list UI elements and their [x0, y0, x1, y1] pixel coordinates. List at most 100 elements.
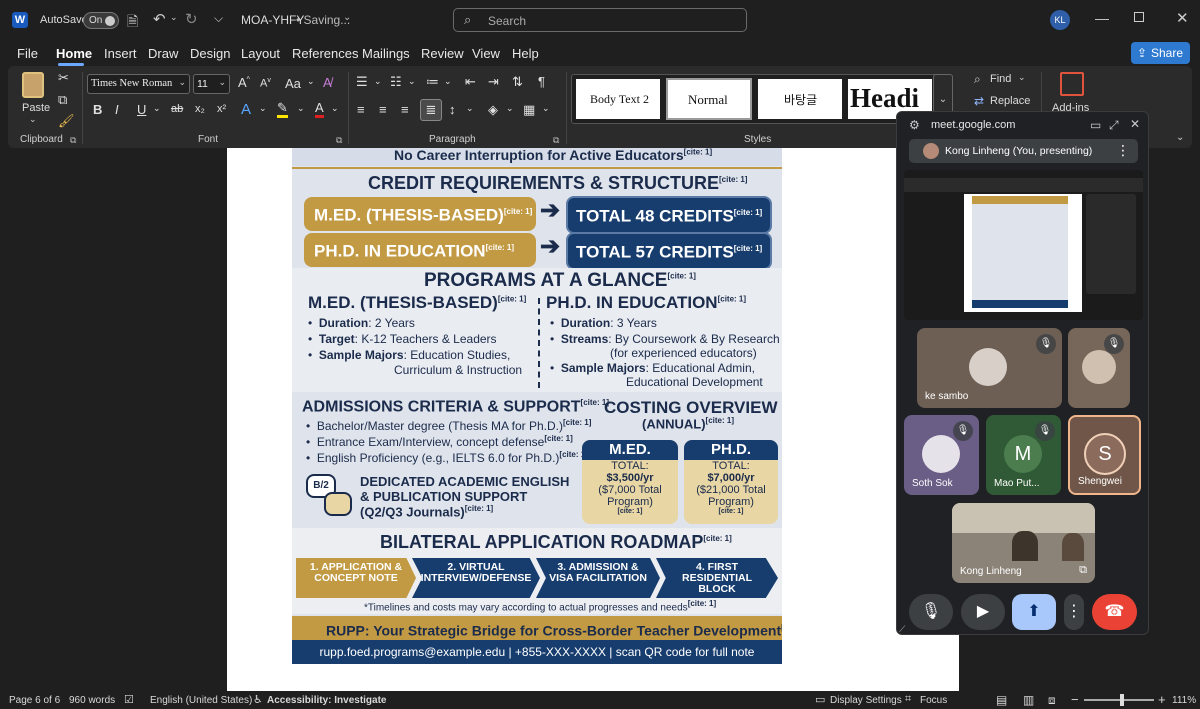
participant-tile[interactable]: 🎙 — [1068, 328, 1130, 408]
zoom-level[interactable]: 111% — [1172, 695, 1196, 706]
text-effects-icon[interactable]: A — [241, 101, 251, 118]
chevron-down-icon[interactable]: ⌄ — [259, 103, 267, 114]
menu-insert[interactable]: Insert — [104, 46, 137, 61]
mic-button[interactable]: 🎙 — [909, 594, 953, 630]
document-page[interactable]: No Career Interruption for Active Educat… — [227, 148, 959, 691]
menu-layout[interactable]: Layout — [241, 46, 280, 61]
close-icon[interactable]: ✕ — [1176, 9, 1189, 27]
crop-icon[interactable]: ⧉ — [1079, 564, 1087, 577]
grow-font-icon[interactable]: A^ — [238, 75, 250, 90]
replace-button[interactable]: ⇄ Replace — [974, 94, 1054, 112]
doc-title[interactable]: MOA-YHFY — [241, 13, 304, 27]
bold-button[interactable]: B — [93, 102, 102, 117]
font-launcher-icon[interactable]: ⧉ — [336, 135, 342, 146]
clipboard-launcher-icon[interactable]: ⧉ — [70, 135, 76, 146]
self-view-tile[interactable]: Kong Linheng ⧉ — [952, 503, 1095, 583]
zoom-slider[interactable] — [1084, 694, 1154, 706]
restore-icon[interactable] — [1134, 12, 1144, 22]
word-count[interactable]: 960 words — [69, 695, 115, 706]
menu-home[interactable]: Home — [56, 46, 92, 61]
chevron-down-icon[interactable]: ⌄ — [374, 76, 382, 87]
resize-handle-icon[interactable]: ⟋ — [899, 624, 905, 634]
align-left-icon[interactable]: ≡ — [357, 102, 365, 117]
accessibility-status[interactable]: Accessibility: Investigate — [267, 695, 387, 706]
borders-icon[interactable]: ▦ — [523, 102, 535, 118]
redo-icon[interactable]: ↻ — [185, 10, 198, 28]
shading-icon[interactable]: ◈ — [488, 102, 498, 118]
participant-tile[interactable]: M Mao Put... 🎙 — [986, 415, 1061, 495]
close-icon[interactable]: ✕ — [1130, 117, 1140, 131]
underline-button[interactable]: U — [137, 102, 146, 117]
chevron-down-icon[interactable]: ⌄ — [542, 103, 550, 114]
chevron-down-icon[interactable]: ⌄ — [506, 103, 514, 114]
italic-button[interactable]: I — [115, 102, 119, 117]
zoom-out-icon[interactable]: − — [1071, 692, 1079, 707]
menu-design[interactable]: Design — [190, 46, 230, 61]
menu-mailings[interactable]: Mailings — [362, 46, 410, 61]
find-button[interactable]: ⌕ Find ⌄ — [974, 72, 1054, 90]
presenter-bar[interactable]: Kong Linheng (You, presenting) ⋮ — [909, 139, 1138, 163]
undo-dropdown-icon[interactable]: ⌄ — [170, 12, 178, 23]
font-size-select[interactable]: 11 ⌄ — [193, 74, 230, 94]
present-button[interactable]: ⬆ — [1012, 594, 1056, 630]
align-right-icon[interactable]: ≡ — [401, 102, 409, 117]
font-color-icon[interactable]: A — [315, 101, 324, 118]
chevron-down-icon[interactable]: ⌄ — [466, 103, 474, 114]
paste-button[interactable]: Paste ⌄ — [18, 72, 50, 128]
menu-references[interactable]: References — [292, 46, 358, 61]
subscript-button[interactable]: x₂ — [195, 103, 205, 115]
share-button[interactable]: ⇪ Share — [1131, 42, 1190, 64]
line-spacing-icon[interactable]: ↕ — [449, 102, 456, 117]
zoom-in-icon[interactable]: + — [1158, 692, 1166, 707]
participant-tile[interactable]: ke sambo 🎙 — [917, 328, 1062, 408]
language[interactable]: English (United States) — [150, 695, 252, 706]
accessibility-icon[interactable]: ♿ — [253, 693, 263, 706]
chevron-down-icon[interactable]: ⌄ — [331, 103, 339, 114]
chevron-down-icon[interactable]: ⌄ — [444, 76, 452, 87]
align-center-icon[interactable]: ≡ — [379, 102, 387, 117]
ribbon-collapse-icon[interactable]: ⌄ — [1176, 132, 1184, 143]
clear-formatting-icon[interactable]: A̸ — [323, 75, 332, 90]
customize-toolbar-icon[interactable]: ⌵ — [214, 11, 223, 26]
menu-file[interactable]: File — [17, 46, 38, 61]
print-layout-icon[interactable]: ▤ — [996, 693, 1007, 707]
end-call-button[interactable]: ☎ — [1092, 594, 1137, 630]
read-mode-icon[interactable]: ⧈ — [1048, 693, 1056, 708]
zoom-slider-thumb[interactable] — [1120, 694, 1125, 706]
menu-view[interactable]: View — [472, 46, 500, 61]
web-layout-icon[interactable]: ▥ — [1023, 693, 1034, 707]
strikethrough-button[interactable]: ab — [171, 103, 183, 115]
undo-icon[interactable]: ↶ — [153, 10, 166, 28]
page-count[interactable]: Page 6 of 6 — [9, 695, 60, 706]
chevron-down-icon[interactable]: ⌄ — [408, 76, 416, 87]
bullets-icon[interactable]: ☰ — [356, 74, 368, 90]
copy-icon[interactable]: ⧉ — [58, 92, 67, 108]
proofing-icon[interactable]: ☑ — [124, 693, 134, 706]
display-settings[interactable]: Display Settings — [830, 695, 902, 706]
decrease-indent-icon[interactable]: ⇤ — [465, 74, 476, 90]
more-options-button[interactable]: ⋮ — [1064, 594, 1084, 630]
chevron-down-icon[interactable]: ⌄ — [307, 76, 315, 87]
paragraph-launcher-icon[interactable]: ⧉ — [553, 135, 559, 146]
font-name-select[interactable]: Times New Roman ⌄ — [87, 74, 190, 94]
sort-icon[interactable]: ⇅ — [512, 74, 523, 90]
menu-review[interactable]: Review — [421, 46, 464, 61]
show-marks-icon[interactable]: ¶ — [538, 74, 545, 89]
increase-indent-icon[interactable]: ⇥ — [488, 74, 499, 90]
change-case-button[interactable]: Aa — [285, 76, 301, 91]
title-chevron-icon[interactable]: ⌄ — [343, 12, 351, 23]
settings-sliders-icon[interactable]: ⚙ — [909, 118, 920, 132]
style-normal[interactable]: Normal — [666, 78, 752, 120]
superscript-button[interactable]: x² — [217, 103, 226, 115]
display-settings-icon[interactable]: ▭ — [815, 693, 825, 706]
style-body-text-2[interactable]: Body Text 2 — [576, 79, 660, 119]
chevron-down-icon[interactable]: ⌄ — [153, 103, 161, 114]
minimize-icon[interactable]: — — [1095, 10, 1109, 26]
search-box[interactable]: ⌕ Search — [453, 8, 747, 32]
cut-icon[interactable]: ✂ — [58, 70, 69, 86]
format-painter-icon[interactable]: 🖌 — [58, 113, 75, 129]
expand-icon[interactable]: ⤢ — [1109, 118, 1119, 133]
highlight-icon[interactable]: ✎ — [277, 101, 288, 118]
justify-icon[interactable]: ≣ — [420, 99, 442, 121]
save-icon[interactable]: 🗎 — [127, 11, 138, 35]
